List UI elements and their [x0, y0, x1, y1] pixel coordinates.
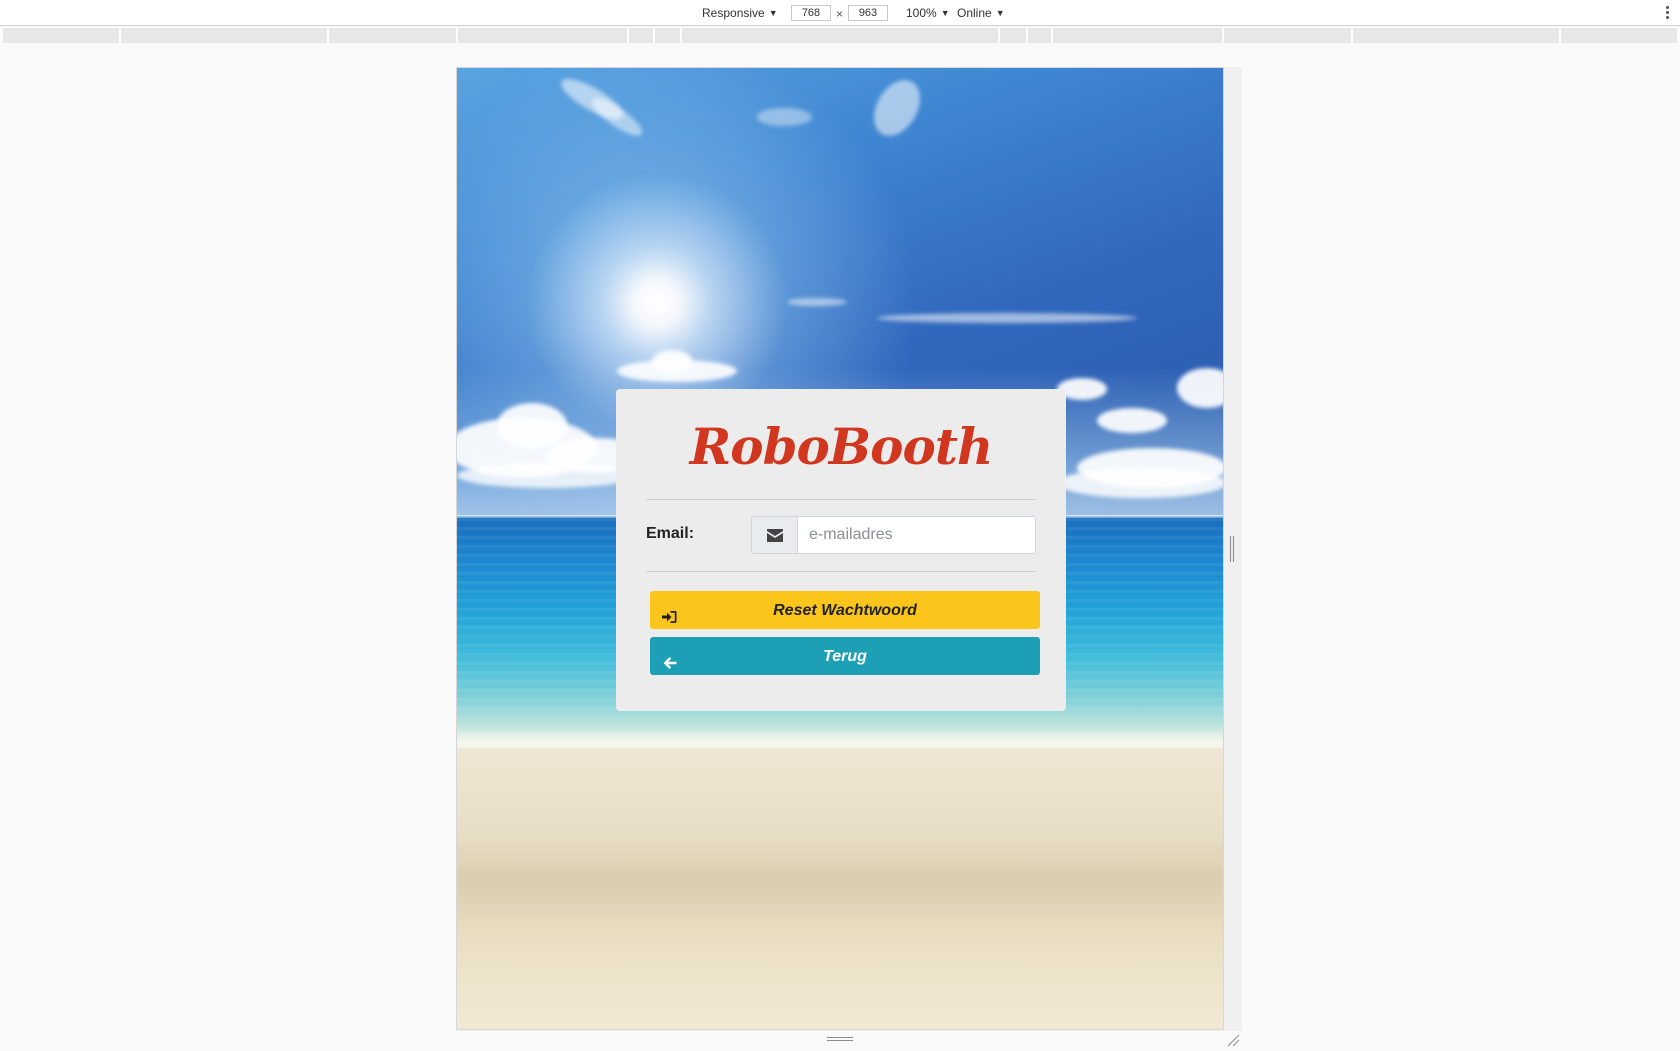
network-throttle-dropdown[interactable]: Online ▼: [957, 0, 1005, 26]
email-input-group: [751, 516, 1036, 554]
dropdown-arrow-icon: ▼: [768, 8, 778, 18]
viewport-width-resize-handle[interactable]: [1230, 536, 1236, 562]
device-toolbar: Responsive ▼ 768 × 963 100% ▼ Online ▼: [0, 0, 1680, 26]
media-query-segment[interactable]: [999, 28, 1027, 43]
zoom-label: 100%: [906, 6, 937, 20]
device-mode-label: Responsive: [702, 6, 765, 20]
media-query-segment[interactable]: [1352, 28, 1560, 43]
kebab-icon[interactable]: [1664, 4, 1670, 22]
back-label: Terug: [823, 648, 867, 665]
reset-password-card: RoboBooth Email: e-mailadres Reset Wacht…: [616, 389, 1066, 711]
device-mode-dropdown[interactable]: Responsive ▼: [702, 0, 778, 26]
sign-in-icon: [662, 602, 678, 623]
arrow-left-icon: [662, 648, 678, 669]
email-input[interactable]: [797, 516, 1036, 554]
viewport-corner-resize-handle[interactable]: [1226, 1032, 1240, 1047]
reset-password-button[interactable]: Reset Wachtwoord: [650, 591, 1040, 629]
viewport-width-input[interactable]: 768: [791, 5, 831, 21]
back-button[interactable]: Terug: [650, 637, 1040, 675]
media-query-segment[interactable]: [328, 28, 457, 43]
network-label: Online: [957, 6, 992, 20]
brand-title: RoboBooth: [689, 417, 994, 476]
viewport-height-input[interactable]: 963: [848, 5, 888, 21]
envelope-icon: [751, 516, 797, 554]
zoom-dropdown[interactable]: 100% ▼: [906, 0, 950, 26]
divider: [646, 571, 1036, 572]
media-query-segment[interactable]: [681, 28, 999, 43]
viewport-height-resize-handle[interactable]: [827, 1037, 853, 1043]
media-query-segment[interactable]: [654, 28, 681, 43]
email-label: Email:: [646, 525, 695, 542]
media-query-segment[interactable]: [1027, 28, 1052, 43]
dropdown-arrow-icon: ▼: [995, 8, 1005, 18]
media-query-segment[interactable]: [1223, 28, 1352, 43]
dimension-separator: ×: [836, 7, 844, 21]
media-query-segment[interactable]: [457, 28, 628, 43]
device-viewport: RoboBooth Email: e-mailadres Reset Wacht…: [456, 67, 1224, 1030]
media-query-segment[interactable]: [1560, 28, 1678, 43]
media-query-segment[interactable]: [1052, 28, 1223, 43]
media-query-segment[interactable]: [120, 28, 328, 43]
media-query-bar: [0, 28, 1680, 45]
email-form-row: Email:: [646, 500, 1036, 571]
reset-password-label: Reset Wachtwoord: [773, 602, 917, 619]
dropdown-arrow-icon: ▼: [940, 8, 950, 18]
media-query-segment[interactable]: [628, 28, 654, 43]
media-query-segment[interactable]: [2, 28, 120, 43]
